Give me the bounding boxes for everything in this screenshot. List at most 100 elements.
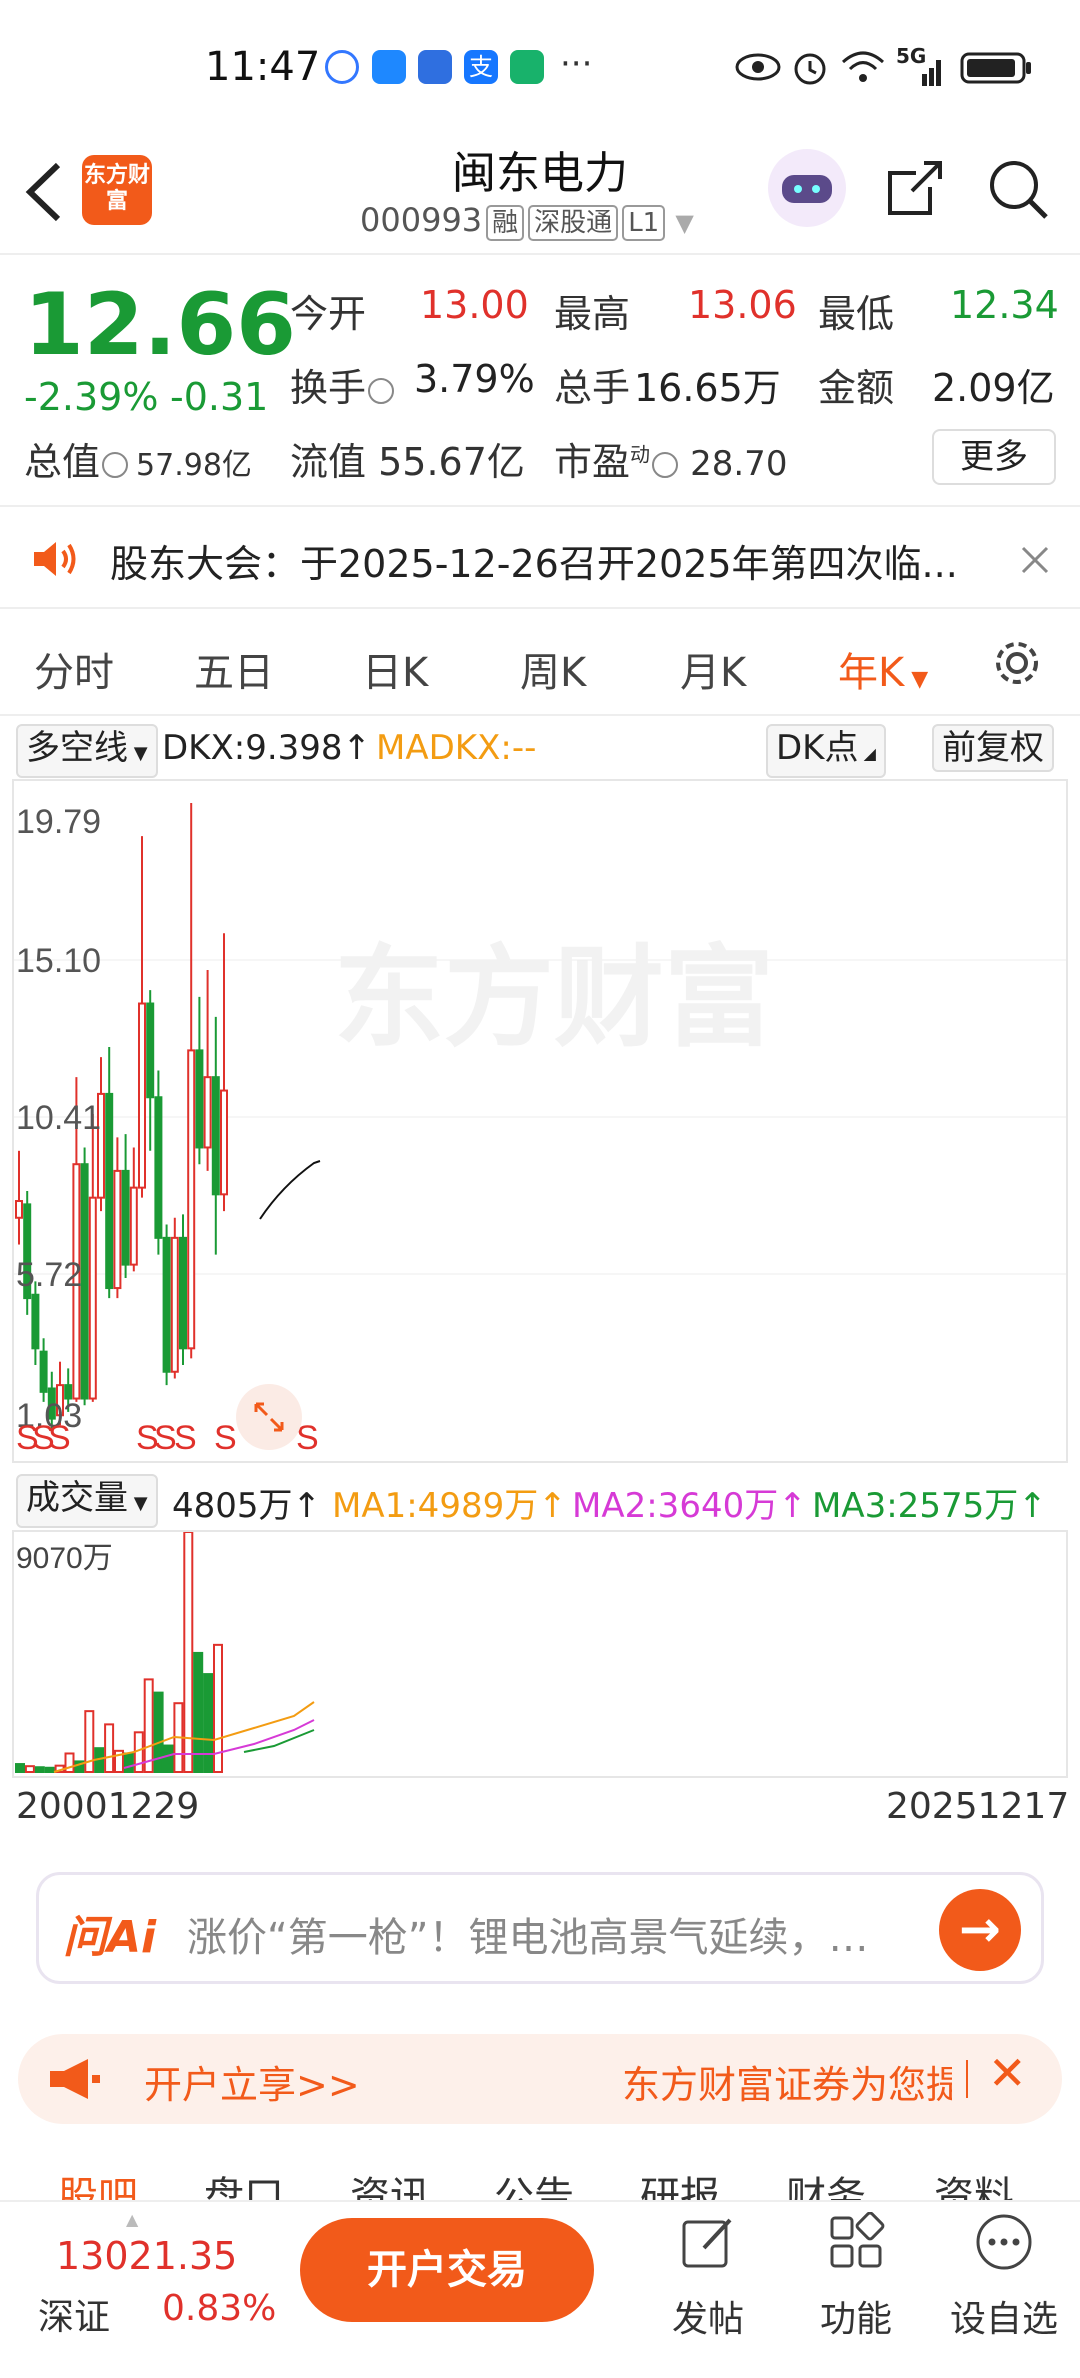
ma3-line xyxy=(243,1729,315,1753)
notice-bar[interactable]: 股东大会：于2025-12-26召开2025年第四次临... xyxy=(0,509,1080,609)
grid-icon xyxy=(830,2211,885,2268)
edit-icon xyxy=(682,2218,732,2268)
tab-yearly-k[interactable]: 年K ▼ xyxy=(838,640,928,698)
info-icon[interactable] xyxy=(368,377,395,404)
tab-finance[interactable]: 财务 xyxy=(786,2164,866,2202)
content-tabs: 股吧 盘口 资讯 公告 研报 财务 资料 xyxy=(0,2142,1080,2202)
close-icon[interactable]: ✕ xyxy=(988,2046,1027,2100)
float-label: 流值 55.67亿 xyxy=(290,431,525,486)
close-icon[interactable] xyxy=(1020,545,1050,575)
speaker-icon xyxy=(34,542,76,576)
dkx-value: DKX:9.398↑ xyxy=(162,728,372,768)
y-tick-label: 15.10 xyxy=(16,942,101,980)
volume-indicator-name: 成交量 xyxy=(26,1478,128,1518)
candle-body xyxy=(170,1236,179,1373)
volume-label: 总手 xyxy=(554,366,631,410)
pe-label-text: 市盈 xyxy=(554,440,631,484)
tab-intraday[interactable]: 分时 xyxy=(34,640,114,698)
dropdown-triangle-icon[interactable]: ▼ xyxy=(675,209,693,237)
volume-svg: 9070万 xyxy=(15,1531,315,1774)
volume-value: 16.65万 xyxy=(634,366,781,410)
status-bar: 11:47 支 ··· 5G xyxy=(0,0,1080,135)
share-icon[interactable] xyxy=(884,157,946,219)
caret-down-icon: ▼ xyxy=(128,1493,148,1514)
function-button[interactable]: 功能 xyxy=(796,2211,916,2342)
amount-value: 2.09亿 xyxy=(932,366,1055,410)
post-label: 发帖 xyxy=(671,2299,744,2340)
change-pct: -2.39% xyxy=(24,375,159,419)
y-tick-label: 10.41 xyxy=(16,1099,101,1137)
tab-monthly-k[interactable]: 月K xyxy=(680,640,746,698)
y-tick-label: 19.79 xyxy=(16,803,101,841)
volume-indicator-select[interactable]: 成交量 ▼ xyxy=(16,1474,158,1528)
notice-text: 股东大会：于2025-12-26召开2025年第四次临... xyxy=(110,542,958,586)
turnover-value: 3.79% xyxy=(414,357,535,401)
ai-robot-icon[interactable] xyxy=(768,149,846,227)
tab-news[interactable]: 资讯 xyxy=(350,2164,430,2202)
caret-up-icon: ▲ xyxy=(126,2210,139,2229)
add-watchlist-button[interactable]: 设自选 xyxy=(944,2212,1064,2342)
candle-body xyxy=(179,1236,187,1350)
volume-bar xyxy=(24,1765,35,1773)
promo-banner[interactable]: 开户立享>> 东方财富证券为您提 ✕ xyxy=(18,2034,1062,2124)
signal-icon xyxy=(922,60,941,86)
tab-daily-k[interactable]: 日K xyxy=(362,640,428,698)
info-icon[interactable] xyxy=(652,451,679,478)
stock-code: 000993 xyxy=(360,201,483,239)
tab-pankou[interactable]: 盘口 xyxy=(204,2164,284,2202)
x-axis-end-date: 20251217 xyxy=(886,1786,1070,1827)
kline-chart[interactable]: 东方财富 19.79 15.10 10.41 5.72 1.03 SSSSSSSS xyxy=(12,779,1068,1463)
madkx-value: MADKX:-- xyxy=(376,728,537,768)
divider xyxy=(966,2060,968,2098)
tab-profile[interactable]: 资料 xyxy=(934,2164,1014,2202)
volume-chart[interactable]: 9070万 xyxy=(12,1530,1068,1778)
expand-icon[interactable] xyxy=(234,1382,304,1452)
arrow-right-icon[interactable]: → xyxy=(939,1889,1021,1971)
index-widget[interactable]: ▲ 13021.35 深证 0.83% xyxy=(0,2202,290,2378)
message-icon xyxy=(372,50,406,84)
amount-label: 金额 xyxy=(818,366,895,410)
dk-point-label: DK点 xyxy=(776,728,859,768)
dk-point-button[interactable]: DK点 ◢ xyxy=(766,724,886,778)
chart-watermark: 东方财富 xyxy=(334,937,774,1060)
y-tick-label: 5.72 xyxy=(16,1256,82,1294)
ma2-value: MA2:3640万↑ xyxy=(572,1486,807,1526)
ai-ask-bar[interactable]: 问Ai 涨价“第一枪”！锂电池高景气延续，… → xyxy=(36,1872,1044,1984)
tab-yearly-k-label: 年K xyxy=(838,650,905,696)
index-change-pct: 0.83% xyxy=(162,2288,277,2329)
pe-label: 市盈动 28.70 xyxy=(554,431,787,486)
watchlist-label: 设自选 xyxy=(949,2299,1058,2340)
ai-prompt-text: 涨价“第一枪”！锂电池高景气延续，… xyxy=(187,1915,869,1961)
settings-gear-icon[interactable] xyxy=(990,636,1044,690)
open-account-trade-button[interactable]: 开户交易 xyxy=(300,2218,594,2322)
last-price: 12.66 xyxy=(24,275,297,375)
post-button[interactable]: 发帖 xyxy=(648,2212,768,2342)
volume-value: 4805万↑ xyxy=(172,1486,322,1526)
search-icon[interactable] xyxy=(986,157,1050,221)
baidu-icon xyxy=(325,50,359,84)
bottom-bar: ▲ 13021.35 深证 0.83% 开户交易 发帖 功能 设自选 xyxy=(0,2200,1080,2376)
info-icon[interactable] xyxy=(102,451,129,478)
tab-five-day[interactable]: 五日 xyxy=(194,640,274,698)
candle-body xyxy=(220,1089,228,1196)
volume-indicator-row: 成交量 ▼ 4805万↑ MA1:4989万↑ MA2:3640万↑ MA3:2… xyxy=(0,1468,1080,1528)
tab-research[interactable]: 研报 xyxy=(640,2164,720,2202)
mktcap-label-text: 总值 xyxy=(24,440,101,484)
float-label-text: 流值 xyxy=(290,440,367,484)
x-axis-start-date: 20001229 xyxy=(16,1786,200,1827)
open-label: 今开 xyxy=(290,292,367,336)
more-button[interactable]: 更多 xyxy=(932,429,1056,485)
more-notifications-icon: ··· xyxy=(560,44,593,84)
candle-body xyxy=(88,1196,97,1400)
tab-weekly-k[interactable]: 周K xyxy=(520,640,586,698)
tab-announcements[interactable]: 公告 xyxy=(494,2164,574,2202)
candle-body xyxy=(129,1186,138,1266)
adjust-button[interactable]: 前复权 xyxy=(932,724,1054,772)
volume-bar xyxy=(44,1766,55,1774)
change-abs: -0.31 xyxy=(170,375,269,419)
tab-guba[interactable]: 股吧 xyxy=(58,2164,138,2202)
candle-body xyxy=(203,1076,212,1149)
indicator-name: 多空线 xyxy=(26,728,128,768)
period-tabs: 分时 五日 日K 周K 月K 年K ▼ xyxy=(0,612,1080,716)
indicator-select[interactable]: 多空线 ▼ xyxy=(16,724,158,778)
